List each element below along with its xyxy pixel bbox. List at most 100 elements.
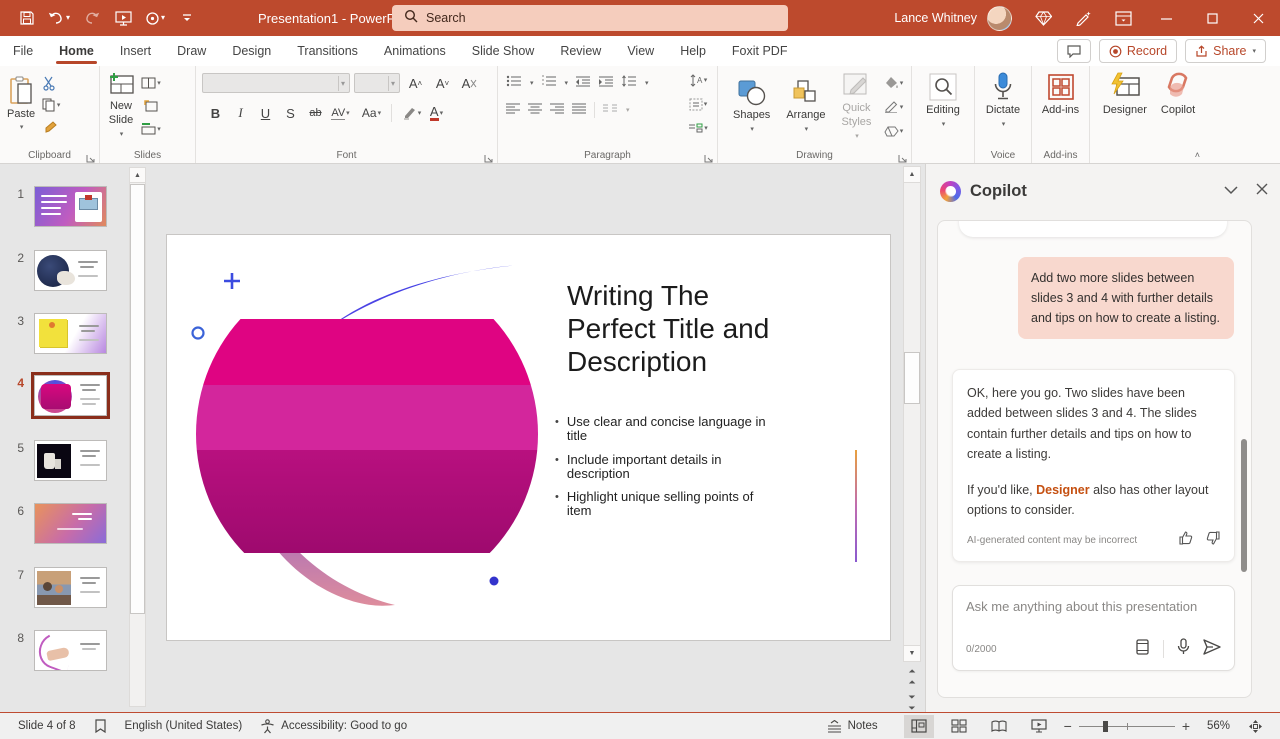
bold-button[interactable]: B bbox=[204, 102, 227, 124]
copilot-ribbon-button[interactable]: Copilot bbox=[1156, 70, 1200, 120]
maximize-button[interactable] bbox=[1190, 0, 1234, 36]
comments-button[interactable] bbox=[1057, 39, 1091, 63]
text-highlight-icon[interactable]: ▾ bbox=[400, 102, 423, 124]
fit-slide-to-window-button[interactable] bbox=[1240, 715, 1270, 738]
thumbnail-slide-2[interactable]: 2 bbox=[10, 250, 107, 291]
designer-button[interactable]: Designer bbox=[1098, 70, 1152, 120]
thumbs-down-icon[interactable] bbox=[1206, 531, 1220, 551]
thumbnail-image[interactable] bbox=[34, 375, 107, 416]
bullet-list-icon[interactable] bbox=[506, 74, 522, 92]
slide-title[interactable]: Writing The Perfect Title and Descriptio… bbox=[567, 279, 792, 378]
font-name-combo[interactable]: ▾ bbox=[202, 73, 350, 93]
drawing-dialog-launcher[interactable] bbox=[898, 150, 908, 160]
align-center-icon[interactable] bbox=[528, 101, 542, 119]
font-color-icon[interactable]: A▾ bbox=[425, 102, 448, 124]
new-slide-button[interactable]: New Slide ▾ bbox=[102, 70, 140, 140]
scrollbar-thumb[interactable] bbox=[130, 184, 145, 614]
change-case-button[interactable]: Aa▾ bbox=[360, 102, 383, 124]
addins-button[interactable]: Add-ins bbox=[1034, 70, 1087, 120]
avatar[interactable] bbox=[987, 6, 1012, 31]
shadow-button[interactable]: S bbox=[279, 102, 302, 124]
designer-link[interactable]: Designer bbox=[1036, 483, 1090, 497]
tab-help[interactable]: Help bbox=[667, 36, 719, 66]
font-dialog-launcher[interactable] bbox=[484, 150, 494, 160]
start-slideshow-icon[interactable] bbox=[110, 5, 136, 31]
tab-file[interactable]: File bbox=[0, 36, 46, 66]
copilot-collapse-icon[interactable] bbox=[1224, 182, 1238, 200]
arrange-button[interactable]: Arrange ▾ bbox=[781, 77, 830, 135]
user-name[interactable]: Lance Whitney bbox=[894, 11, 977, 25]
sparkle-pen-icon[interactable] bbox=[1064, 0, 1102, 36]
font-size-combo[interactable]: ▾ bbox=[354, 73, 400, 93]
slide-canvas[interactable]: Writing The Perfect Title and Descriptio… bbox=[166, 234, 891, 641]
zoom-level[interactable]: 56% bbox=[1200, 720, 1230, 732]
underline-button[interactable]: U bbox=[254, 102, 277, 124]
tab-draw[interactable]: Draw bbox=[164, 36, 219, 66]
copy-icon[interactable]: ▾ bbox=[40, 95, 62, 115]
chat-scrollbar-thumb[interactable] bbox=[1241, 439, 1247, 572]
dictate-button[interactable]: Dictate ▾ bbox=[977, 70, 1029, 130]
clipboard-dialog-launcher[interactable] bbox=[86, 150, 96, 160]
slide-bullet-list[interactable]: •Use clear and concise language in title… bbox=[555, 415, 780, 519]
shape-fill-icon[interactable]: ▾ bbox=[882, 73, 904, 93]
tab-animations[interactable]: Animations bbox=[371, 36, 459, 66]
premium-diamond-icon[interactable] bbox=[1024, 0, 1062, 36]
next-slide-button[interactable]: ⏷⏷ bbox=[908, 692, 915, 714]
scroll-up-icon[interactable]: ▲ bbox=[904, 167, 920, 183]
increase-font-icon[interactable]: A˄ bbox=[404, 72, 427, 94]
thumbnail-slide-5[interactable]: 5 bbox=[10, 440, 107, 481]
thumbnail-image[interactable] bbox=[34, 250, 107, 291]
accessibility-status[interactable]: Accessibility: Good to go bbox=[260, 719, 407, 734]
search-input[interactable] bbox=[426, 11, 746, 25]
copilot-input-box[interactable]: 0/2000 bbox=[952, 585, 1235, 671]
decrease-font-icon[interactable]: A˅ bbox=[431, 72, 454, 94]
paragraph-dialog-launcher[interactable] bbox=[704, 150, 714, 160]
previous-slide-button[interactable]: ⏶⏶ bbox=[908, 666, 915, 688]
decrease-indent-icon[interactable] bbox=[575, 74, 591, 92]
search-box[interactable] bbox=[392, 5, 788, 31]
strikethrough-button[interactable]: ab bbox=[304, 102, 327, 124]
zoom-slider-thumb[interactable] bbox=[1103, 721, 1108, 732]
tab-slide-show[interactable]: Slide Show bbox=[459, 36, 548, 66]
spellcheck-icon[interactable] bbox=[94, 719, 107, 734]
thumbnail-slide-4-selected[interactable]: 4 bbox=[10, 375, 107, 416]
thumbnail-slide-3[interactable]: 3 bbox=[10, 313, 107, 354]
undo-icon[interactable]: ▾ bbox=[46, 5, 72, 31]
align-right-icon[interactable] bbox=[550, 101, 564, 119]
scroll-up-icon[interactable]: ▲ bbox=[130, 168, 145, 183]
minimize-button[interactable] bbox=[1144, 0, 1188, 36]
increase-indent-icon[interactable] bbox=[598, 74, 614, 92]
tab-foxit-pdf[interactable]: Foxit PDF bbox=[719, 36, 801, 66]
tab-home[interactable]: Home bbox=[46, 36, 107, 66]
paste-button[interactable]: Paste ▾ bbox=[2, 74, 40, 134]
thumbnail-slide-1[interactable]: 1 bbox=[10, 186, 107, 227]
scrollbar-thumb[interactable] bbox=[904, 352, 920, 404]
language-indicator[interactable]: English (United States) bbox=[125, 720, 243, 732]
normal-view-button[interactable] bbox=[904, 715, 934, 738]
tab-design[interactable]: Design bbox=[219, 36, 284, 66]
thumbnail-image[interactable] bbox=[34, 503, 107, 544]
reset-slide-icon[interactable] bbox=[140, 96, 162, 116]
align-text-icon[interactable]: ▾ bbox=[687, 94, 709, 114]
tab-review[interactable]: Review bbox=[547, 36, 614, 66]
share-button[interactable]: Share ▾ bbox=[1185, 39, 1266, 63]
justify-icon[interactable] bbox=[572, 101, 586, 119]
section-icon[interactable]: ▾ bbox=[140, 119, 162, 139]
tab-view[interactable]: View bbox=[614, 36, 667, 66]
italic-button[interactable]: I bbox=[229, 102, 252, 124]
close-button[interactable] bbox=[1236, 0, 1280, 36]
thumbnail-image[interactable] bbox=[34, 630, 107, 671]
thumbnail-scrollbar[interactable]: ▲ bbox=[129, 167, 146, 707]
notes-toggle[interactable]: Notes bbox=[827, 720, 878, 733]
send-icon[interactable] bbox=[1203, 639, 1221, 660]
slide-sorter-view-button[interactable] bbox=[944, 715, 974, 738]
format-painter-icon[interactable] bbox=[40, 117, 62, 137]
thumbs-up-icon[interactable] bbox=[1179, 531, 1193, 551]
align-left-icon[interactable] bbox=[506, 101, 520, 119]
shapes-button[interactable]: Shapes ▾ bbox=[728, 77, 775, 135]
zoom-in-button[interactable]: + bbox=[1182, 718, 1190, 734]
slide-indicator[interactable]: Slide 4 of 8 bbox=[18, 720, 76, 732]
thumbnail-slide-7[interactable]: 7 bbox=[10, 567, 107, 608]
character-spacing-button[interactable]: AV▾ bbox=[329, 102, 352, 124]
copilot-close-icon[interactable] bbox=[1256, 182, 1268, 200]
